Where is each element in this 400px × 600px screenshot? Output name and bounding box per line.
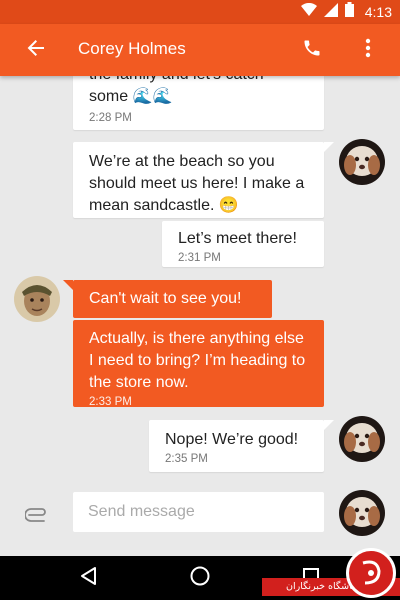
compose-bar — [0, 488, 400, 548]
dog-avatar-icon — [339, 139, 385, 185]
signal-icon — [323, 2, 338, 22]
avatar[interactable] — [339, 139, 385, 185]
paperclip-icon — [24, 507, 49, 527]
message-text: some 🌊🌊 — [89, 88, 173, 105]
message-text: We’re at the beach so you should meet us… — [89, 153, 305, 214]
person-avatar-icon — [14, 276, 60, 322]
nav-back-button[interactable] — [75, 566, 101, 590]
arrow-back-icon — [26, 38, 46, 63]
status-icons: 4:13 — [300, 2, 392, 22]
conversation-list[interactable]: the family and let's catch some 🌊🌊 2:28 … — [0, 76, 400, 556]
message-text: the family and let's catch — [89, 76, 310, 86]
message-time: 2:33 PM — [89, 396, 132, 408]
message-text: Let’s meet there! — [178, 230, 297, 247]
message-time: 2:28 PM — [89, 112, 132, 124]
bubble-tail — [324, 142, 334, 152]
attach-button[interactable] — [22, 504, 52, 530]
back-button[interactable] — [22, 36, 50, 64]
battery-icon — [344, 2, 354, 22]
status-bar: 4:13 — [0, 0, 400, 24]
nav-home-button[interactable] — [187, 566, 213, 590]
phone-icon — [302, 38, 322, 63]
call-button[interactable] — [298, 36, 326, 64]
message-bubble[interactable]: We’re at the beach so you should meet us… — [73, 142, 334, 218]
dog-avatar-icon — [339, 416, 385, 462]
message-text: Actually, is there anything else I need … — [89, 330, 306, 391]
avatar[interactable] — [339, 416, 385, 462]
contact-name: Corey Holmes — [78, 39, 186, 58]
message-bubble[interactable]: Let’s meet there! 2:31 PM — [162, 221, 324, 267]
message-bubble[interactable]: the family and let's catch some 🌊🌊 2:28 … — [73, 76, 324, 130]
message-bubble[interactable]: Actually, is there anything else I need … — [73, 320, 324, 408]
message-time: 2:35 PM — [165, 453, 208, 465]
watermark-logo — [346, 548, 396, 598]
dog-avatar-icon — [339, 490, 385, 536]
message-bubble[interactable]: Nope! We’re good! 2:35 PM — [149, 420, 334, 472]
app-bar: Corey Holmes — [0, 24, 400, 76]
status-time: 4:13 — [364, 4, 392, 20]
message-bubble[interactable]: Can't wait to see you! — [63, 280, 272, 318]
message-input[interactable] — [73, 492, 324, 532]
more-vert-icon — [365, 38, 371, 63]
bubble-tail — [63, 280, 73, 290]
more-options-button[interactable] — [356, 36, 380, 64]
watermark: باشگاه خبرنگاران — [262, 548, 400, 600]
message-text: Nope! We’re good! — [165, 431, 299, 448]
bubble-tail — [324, 420, 334, 430]
wifi-icon — [300, 2, 317, 21]
message-time: 2:31 PM — [178, 252, 221, 264]
avatar[interactable] — [14, 276, 60, 322]
triangle-back-icon — [79, 566, 97, 591]
avatar[interactable] — [339, 490, 385, 536]
message-text: Can't wait to see you! — [89, 290, 242, 307]
circle-home-icon — [189, 565, 211, 592]
